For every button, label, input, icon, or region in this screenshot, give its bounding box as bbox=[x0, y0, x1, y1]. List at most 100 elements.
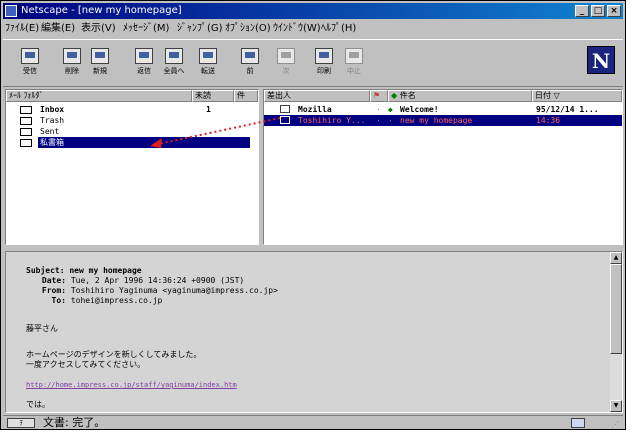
date-label: Date: bbox=[41, 276, 66, 285]
from-label: From: bbox=[41, 286, 66, 295]
menu-help[interactable]: ﾍﾙﾌﾟ(H) bbox=[321, 21, 356, 37]
preview-body-line-2: 一度アクセスしてみてください。 bbox=[26, 360, 146, 369]
delete-icon bbox=[63, 48, 81, 64]
delete-button[interactable]: 削除 bbox=[59, 46, 85, 80]
folder-label: Sent bbox=[40, 127, 60, 136]
preview-subject-line: Subject: new my homepage bbox=[26, 266, 142, 276]
to-label: To: bbox=[51, 296, 66, 305]
scroll-down-icon[interactable]: ▼ bbox=[610, 400, 622, 412]
from-value: Toshihiro Yaginuma <yaginuma@impress.co.… bbox=[70, 286, 278, 295]
netscape-app-icon[interactable] bbox=[5, 5, 17, 17]
previous-label: 前 bbox=[246, 67, 254, 75]
message-sender: Toshihiro Y... bbox=[298, 116, 366, 125]
sender-header[interactable]: 差出人 bbox=[264, 90, 370, 102]
forward-label: 転送 bbox=[201, 67, 215, 75]
menu-view[interactable]: 表示(V) bbox=[81, 21, 116, 37]
delete-label: 削除 bbox=[65, 67, 79, 75]
stop-button[interactable]: 中止 bbox=[341, 46, 367, 80]
next-icon bbox=[277, 48, 295, 64]
date-header[interactable]: 日付 ▽ bbox=[532, 90, 622, 102]
message-row[interactable]: Mozilla · ◆ Welcome! 95/12/14 1... bbox=[264, 104, 620, 115]
reply-label: 返信 bbox=[137, 67, 151, 75]
folder-label: Inbox bbox=[40, 105, 65, 114]
folder-unread-count: 1 bbox=[206, 105, 211, 114]
new-message-icon bbox=[91, 48, 109, 64]
menu-edit[interactable]: 編集(E) bbox=[41, 21, 75, 37]
folder-icon bbox=[20, 117, 32, 125]
maximize-button[interactable]: □ bbox=[591, 5, 605, 17]
print-icon bbox=[315, 48, 333, 64]
forward-button[interactable]: 転送 bbox=[195, 46, 221, 80]
print-button[interactable]: 印刷 bbox=[311, 46, 337, 80]
folder-label: 私書箱 bbox=[38, 137, 250, 148]
print-label: 印刷 bbox=[317, 67, 331, 75]
status-text: 文書: 完了。 bbox=[43, 416, 106, 429]
folder-icon bbox=[20, 106, 32, 114]
message-icon bbox=[280, 116, 290, 124]
total-header[interactable]: 件 bbox=[234, 90, 258, 102]
folder-item-private[interactable]: 私書箱 bbox=[6, 137, 256, 148]
message-subject: new my homepage bbox=[400, 116, 473, 125]
sort-down-icon: ▽ bbox=[553, 91, 560, 100]
message-date: 14:36 bbox=[536, 116, 561, 125]
new-message-label: 新規 bbox=[93, 67, 107, 75]
forward-icon bbox=[199, 48, 217, 64]
homepage-link[interactable]: http://home.impress.co.jp/staff/yaginuma… bbox=[26, 380, 237, 390]
date-header-label: 日付 bbox=[535, 91, 551, 100]
new-message-button[interactable]: 新規 bbox=[87, 46, 113, 80]
date-value: Tue, 2 Apr 1996 14:36:24 +0900 (JST) bbox=[70, 276, 245, 285]
menu-options[interactable]: ｵﾌﾟｼｮﾝ(O) bbox=[225, 21, 271, 37]
get-mail-button[interactable]: 受信 bbox=[17, 46, 43, 80]
minimize-button[interactable]: _ bbox=[575, 5, 589, 17]
read-column-icon: ◆ bbox=[391, 91, 398, 100]
read-status-dot: · bbox=[388, 116, 393, 125]
folder-item-trash[interactable]: Trash bbox=[6, 115, 256, 126]
subject-value: new my homepage bbox=[69, 266, 142, 275]
message-row-selected[interactable]: Toshihiro Y... · · new my homepage 14:36 bbox=[264, 115, 622, 126]
folder-item-inbox[interactable]: Inbox 1 bbox=[6, 104, 256, 115]
preview-greeting: 藤平さん bbox=[26, 324, 58, 333]
menu-file[interactable]: ﾌｧｲﾙ(E) bbox=[5, 21, 39, 37]
subject-header[interactable]: ◆ 件名 bbox=[388, 90, 532, 102]
scroll-up-icon[interactable]: ▲ bbox=[610, 252, 622, 264]
netscape-mail-window: Netscape - [new my homepage] _ □ × ﾌｧｲﾙ(… bbox=[0, 0, 626, 430]
preview-scrollbar[interactable]: ▲ ▼ bbox=[610, 252, 622, 412]
menu-go[interactable]: ｼﾞｬﾝﾌﾟ(G) bbox=[177, 21, 223, 37]
menu-message[interactable]: ﾒｯｾｰｼﾞ(M) bbox=[123, 21, 169, 37]
reply-all-button[interactable]: 全員へ bbox=[161, 46, 187, 80]
security-key-icon[interactable]: ｦ bbox=[7, 418, 35, 428]
reply-button[interactable]: 返信 bbox=[131, 46, 157, 80]
message-icon bbox=[280, 105, 290, 113]
mail-status-icon[interactable] bbox=[571, 418, 585, 428]
read-status-icon: ◆ bbox=[388, 105, 393, 114]
title-bar[interactable]: Netscape - [new my homepage] _ □ × bbox=[3, 3, 623, 19]
flag-dot: · bbox=[376, 116, 381, 125]
get-mail-icon bbox=[21, 48, 39, 64]
toolbar: 受信 削除 新規 返信 全員へ 転送 前 次 印刷 中止 N bbox=[3, 39, 623, 87]
next-label: 次 bbox=[282, 67, 290, 75]
resize-grip-icon[interactable]: ⋰ bbox=[611, 418, 619, 432]
reply-all-label: 全員へ bbox=[163, 67, 185, 75]
scroll-thumb[interactable] bbox=[610, 264, 622, 354]
message-sender: Mozilla bbox=[298, 105, 332, 114]
unread-header[interactable]: 未読 bbox=[192, 90, 234, 102]
flag-header[interactable]: ⚑ bbox=[370, 90, 388, 102]
stop-icon bbox=[345, 48, 363, 64]
next-button[interactable]: 次 bbox=[273, 46, 299, 80]
close-button[interactable]: × bbox=[607, 5, 621, 17]
reply-all-icon bbox=[165, 48, 183, 64]
subject-label: Subject: bbox=[26, 266, 65, 275]
preview-from-line: From: Toshihiro Yaginuma <yaginuma@impre… bbox=[32, 286, 278, 296]
preview-date-line: Date: Tue, 2 Apr 1996 14:36:24 +0900 (JS… bbox=[32, 276, 244, 286]
menu-window[interactable]: ｳｲﾝﾄﾞｳ(W) bbox=[273, 21, 321, 37]
message-list-pane: 差出人 ⚑ ◆ 件名 日付 ▽ Mozilla · ◆ Welcome! 95/… bbox=[263, 89, 623, 245]
status-bar: ｦ 文書: 完了。 ⋰ bbox=[3, 415, 623, 430]
stop-label: 中止 bbox=[347, 67, 361, 75]
folder-label: Trash bbox=[40, 116, 65, 125]
message-date: 95/12/14 1... bbox=[536, 105, 599, 114]
folder-name-header[interactable]: ﾒｰﾙ ﾌｫﾙﾀﾞ bbox=[6, 90, 192, 102]
folder-item-sent[interactable]: Sent bbox=[6, 126, 256, 137]
message-subject: Welcome! bbox=[400, 105, 439, 114]
previous-button[interactable]: 前 bbox=[237, 46, 263, 80]
subject-header-label: 件名 bbox=[399, 91, 416, 100]
